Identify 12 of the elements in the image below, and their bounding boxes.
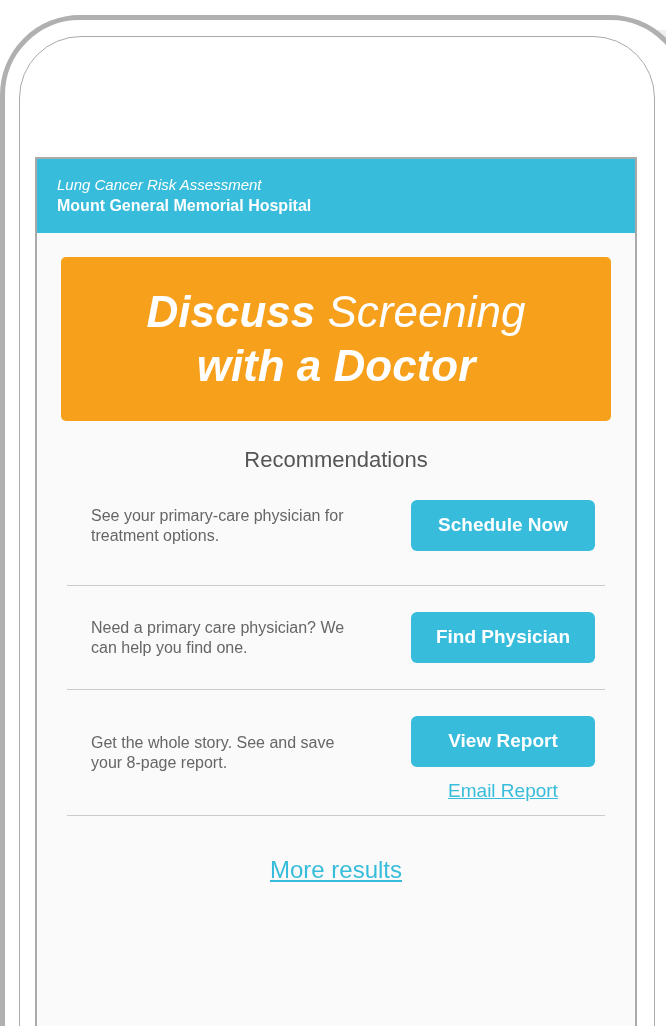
recommendation-text: See your primary-care physician for treatment options. [90, 505, 345, 546]
recommendation-text: Need a primary care physician? We can help you find one. [90, 617, 346, 658]
hospital-name: Mount General Memorial Hospital [57, 196, 313, 216]
section-heading: Recommendations [244, 446, 428, 474]
headline: Discuss Screening with a Doctor [145, 286, 527, 392]
email-link[interactable]: Email Report [448, 779, 558, 803]
app-subtitle: Lung Cancer Risk Assessment [57, 175, 263, 195]
recommendation-text: Get the whole story. See and save your 8-page report. [90, 732, 336, 773]
action-button[interactable]: Find Physician [411, 612, 595, 663]
action-button[interactable]: View Report [411, 716, 595, 767]
action-button[interactable]: Schedule Now [411, 500, 595, 551]
more-results-link[interactable]: More results [269, 852, 402, 888]
